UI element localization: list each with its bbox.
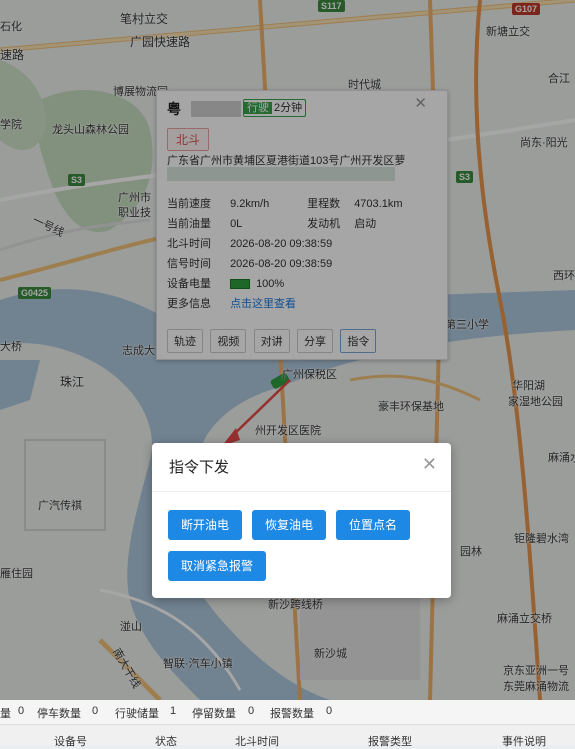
stopped-value: 0: [248, 705, 255, 717]
total-value: 0: [18, 705, 25, 717]
driving-label: 行驶储量: [115, 708, 159, 720]
alarm-label: 报警数量: [270, 708, 314, 720]
table-header: 设备号 状态 北斗时间 报警类型 事件说明: [0, 724, 575, 748]
driving-value: 1: [170, 705, 177, 717]
total-label: 量: [0, 708, 11, 720]
modal-overlay[interactable]: [0, 0, 575, 744]
stopped-label: 停留数量: [192, 708, 236, 720]
column-header[interactable]: 事件说明: [502, 733, 546, 749]
locate-button[interactable]: 位置点名: [336, 510, 411, 540]
restore-power-button[interactable]: 恢复油电: [252, 510, 327, 540]
column-header[interactable]: 报警类型: [368, 733, 412, 749]
dialog-divider: [152, 491, 451, 492]
column-header[interactable]: 状态: [155, 733, 177, 749]
command-dialog: 指令下发 ✕ 断开油电 恢复油电 位置点名 取消紧急报警: [152, 443, 451, 598]
dialog-close-icon[interactable]: ✕: [422, 454, 437, 475]
parked-label: 停车数量: [37, 708, 81, 720]
parked-value: 0: [92, 705, 99, 717]
status-bar: 量 0 停车数量 0 行驶储量 1 停留数量 0 报警数量 0: [0, 700, 575, 724]
column-header[interactable]: 设备号: [54, 733, 87, 749]
dialog-title: 指令下发: [169, 459, 230, 476]
alarm-value: 0: [326, 705, 333, 717]
column-header[interactable]: 北斗时间: [235, 733, 279, 749]
cancel-alarm-button[interactable]: 取消紧急报警: [168, 551, 267, 581]
cut-power-button[interactable]: 断开油电: [168, 510, 243, 540]
